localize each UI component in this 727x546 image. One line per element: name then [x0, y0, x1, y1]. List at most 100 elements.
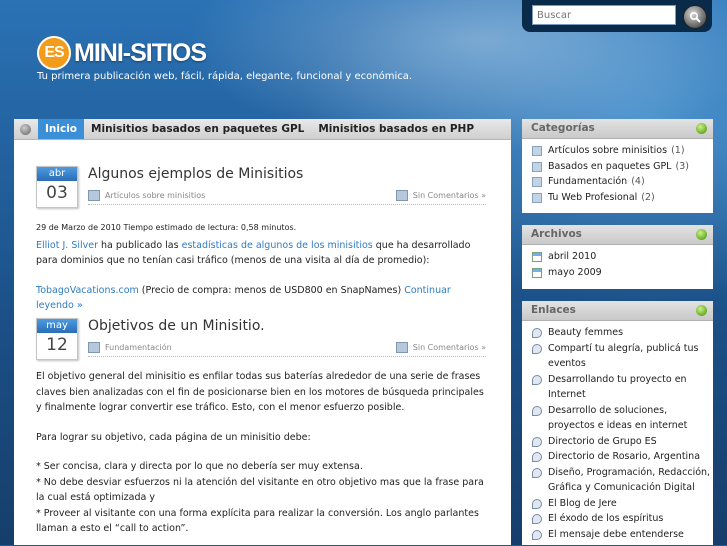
post-body: El objetivo general del minisitio es enf…: [36, 369, 491, 537]
collapse-toggle-icon[interactable]: [696, 123, 707, 134]
links-title: Enlaces: [531, 304, 576, 316]
category-count: (1): [671, 145, 685, 156]
calendar-icon: [532, 252, 542, 262]
main-content: Inicio Minisitios basados en paquetes GP…: [14, 119, 511, 545]
link-item[interactable]: El mensaje debe entenderse: [532, 527, 713, 543]
link-label: Desarrollo de soluciones, proyectos e id…: [548, 404, 688, 432]
post-paragraph: Para lograr su objetivo, cada página de …: [36, 431, 311, 443]
post-text: (Precio de compra: menos de USD800 en Sn…: [138, 284, 405, 296]
link-item[interactable]: Diseño, Programación, Redacción, Gráfica…: [532, 465, 713, 496]
post-date-line: 29 de Marzo de 2010 Tiempo estimado de l…: [36, 223, 297, 232]
link-label: Directorio de Grupo ES: [548, 435, 657, 447]
nav-item-php[interactable]: Minisitios basados en PHP: [311, 119, 481, 139]
link-item[interactable]: Compartí tu alegría, publicá tus eventos: [532, 341, 713, 372]
category-count: (2): [641, 191, 655, 203]
link-icon: [532, 498, 542, 509]
site-tagline: Tu primera publicación web, fácil, rápid…: [37, 71, 413, 82]
folder-icon: [532, 192, 542, 203]
nav-item-gpl[interactable]: Minisitios basados en paquetes GPL: [84, 119, 311, 139]
widget-title: Enlaces: [522, 301, 713, 321]
post-meta: Fundamentación Sin Comentarios »: [88, 342, 486, 357]
folder-icon: [532, 161, 542, 172]
date-month: may: [37, 319, 77, 333]
category-item[interactable]: Fundamentación (4): [532, 174, 713, 190]
site-link[interactable]: TobagoVacations.com: [36, 285, 139, 296]
search-input[interactable]: [532, 5, 676, 25]
search-icon: [689, 11, 701, 23]
link-label: El mensaje debe entenderse: [548, 528, 684, 540]
folder-icon: [532, 146, 542, 156]
link-item[interactable]: El Blog de Jere: [532, 496, 713, 512]
date-badge: abr 03: [36, 166, 78, 208]
link-icon: [532, 343, 542, 354]
link-icon: [532, 452, 542, 462]
category-count: (3): [675, 160, 689, 172]
comment-icon: [395, 342, 408, 353]
date-badge: may 12: [36, 318, 78, 360]
folder-icon: [532, 177, 542, 187]
link-label: Diseño, Programación, Redacción, Gráfica…: [548, 466, 711, 494]
stats-link[interactable]: estadísticas de algunos de los minisitio…: [182, 240, 373, 251]
date-month: abr: [37, 167, 77, 181]
archive-label: mayo 2009: [548, 266, 602, 278]
link-label: Compartí tu alegría, publicá tus eventos: [548, 342, 699, 370]
link-label: Directorio de Rosario, Argentina: [548, 451, 701, 462]
link-icon: [532, 514, 542, 524]
link-icon: [532, 374, 542, 385]
logo-text: MINI-SITIOS: [74, 38, 207, 67]
collapse-toggle-icon[interactable]: [696, 305, 707, 316]
date-day: 03: [46, 183, 68, 203]
post-bullet: * No debe desviar esfuerzos ni la atenci…: [36, 476, 484, 504]
category-label: Tu Web Profesional: [548, 191, 638, 203]
search-button[interactable]: [683, 5, 707, 29]
post-title[interactable]: Algunos ejemplos de Minisitios: [88, 166, 303, 182]
post-comments-link[interactable]: Sin Comentarios »: [413, 191, 486, 200]
category-label: Fundamentación: [548, 176, 628, 187]
post-title[interactable]: Objetivos de un Minisitio.: [88, 318, 265, 334]
link-item[interactable]: Directorio de Grupo ES: [532, 434, 713, 450]
category-item[interactable]: Artículos sobre minisitios (1): [532, 143, 713, 159]
post-body: 29 de Marzo de 2010 Tiempo estimado de l…: [36, 220, 491, 314]
post-comments-link[interactable]: Sin Comentarios »: [413, 343, 486, 352]
archive-label: abril 2010: [548, 251, 597, 262]
link-icon: [532, 467, 542, 478]
link-item[interactable]: Desarrollando tu proyecto en Internet: [532, 372, 713, 403]
post-meta: Artículos sobre minisitios Sin Comentari…: [88, 190, 486, 205]
link-label: Desarrollando tu proyecto en Internet: [548, 373, 687, 401]
calendar-icon: [532, 267, 542, 278]
post-bullet: * Ser concisa, clara y directa por lo qu…: [36, 461, 363, 472]
archives-widget: Archivos abril 2010 mayo 2009: [522, 225, 713, 289]
link-label: El Blog de Jere: [548, 497, 617, 509]
link-item[interactable]: Beauty femmes: [532, 325, 713, 341]
site-logo[interactable]: ES MINI-SITIOS: [37, 36, 207, 70]
category-label: Artículos sobre minisitios: [548, 145, 668, 156]
archive-item[interactable]: abril 2010: [532, 249, 713, 265]
post-category[interactable]: Fundamentación: [105, 343, 172, 352]
link-item[interactable]: Desarrollo de soluciones, proyectos e id…: [532, 403, 713, 434]
link-item[interactable]: El éxodo de los espíritus: [532, 511, 713, 527]
link-icon: [532, 405, 542, 416]
links-widget: Enlaces Beauty femmes Compartí tu alegrí…: [522, 301, 713, 545]
post-paragraph: El objetivo general del minisitio es enf…: [36, 371, 484, 413]
post-text: ha publicado las: [98, 239, 182, 251]
nav-bullet-icon: [20, 123, 31, 135]
link-icon: [532, 436, 542, 447]
author-link[interactable]: Elliot J. Silver: [36, 240, 98, 251]
link-icon: [532, 529, 542, 540]
link-label: Beauty femmes: [548, 327, 624, 338]
link-item[interactable]: Directorio de Rosario, Argentina: [532, 449, 713, 465]
category-item[interactable]: Tu Web Profesional (2): [532, 190, 713, 206]
folder-icon: [88, 190, 100, 201]
category-item[interactable]: Basados en paquetes GPL (3): [532, 159, 713, 175]
collapse-toggle-icon[interactable]: [696, 229, 707, 240]
category-label: Basados en paquetes GPL: [548, 160, 672, 172]
folder-icon: [88, 342, 100, 353]
categories-title: Categorías: [531, 122, 595, 134]
logo-badge: ES: [37, 36, 71, 70]
archive-item[interactable]: mayo 2009: [532, 265, 713, 281]
post-category[interactable]: Artículos sobre minisitios: [105, 191, 205, 200]
nav-item-inicio[interactable]: Inicio: [38, 119, 85, 139]
archives-title: Archivos: [531, 228, 582, 240]
widget-title: Categorías: [522, 119, 713, 139]
categories-widget: Categorías Artículos sobre minisitios (1)…: [522, 119, 713, 213]
